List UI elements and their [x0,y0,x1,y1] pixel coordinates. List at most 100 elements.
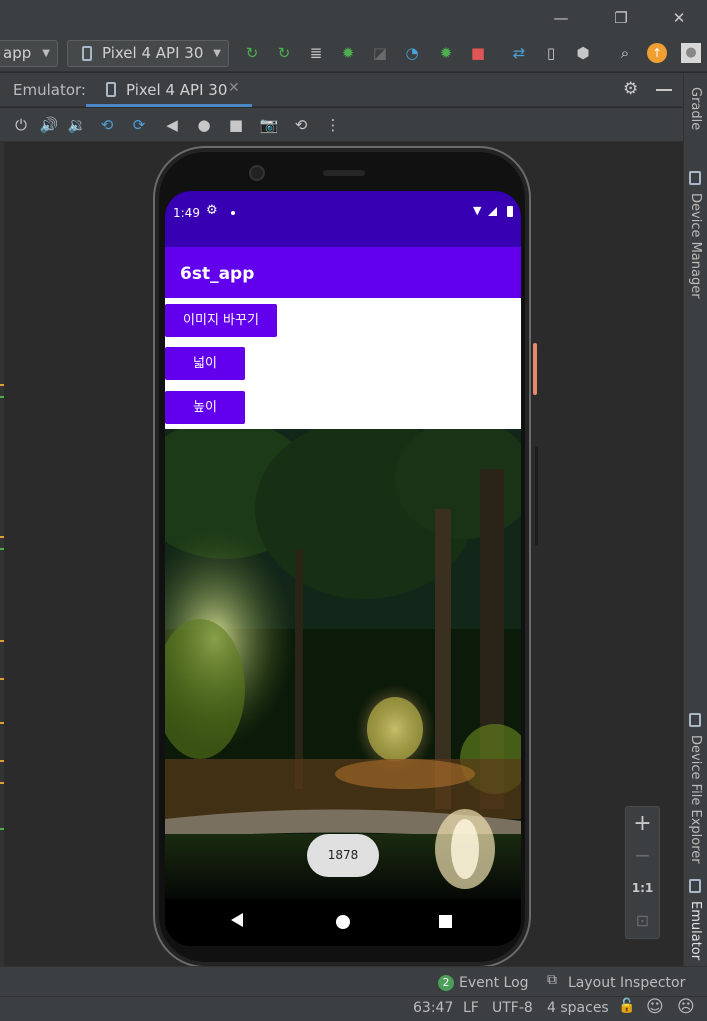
app-title: 6st_app [180,264,255,284]
close-window-button[interactable]: ✕ [656,0,702,36]
device-file-explorer-label: Device File Explorer [688,735,703,864]
apply-code-changes-icon[interactable]: ↻ [274,43,294,63]
tool-window-bar: 2 Event Log ⧉ Layout Inspector [0,966,707,996]
nav-back-icon[interactable] [231,913,243,927]
emulator-controls: ⏻ 🔊 🔉 ⟲ ⟳ ◀ ● ■ 📷 ⟲ ⋮ [0,108,683,142]
attach-debugger-icon[interactable]: ◪ [370,43,390,63]
gear-icon[interactable]: ⚙ [623,79,638,99]
event-log-count-badge: 2 [438,975,454,991]
screenshot-icon[interactable]: 📷 [258,114,280,136]
hide-panel-icon[interactable] [656,89,672,91]
zoom-out-button[interactable]: − [626,843,659,867]
chevron-down-icon: ▼ [42,48,50,59]
happy-face-icon[interactable]: ☺ [646,997,664,1017]
tab-pixel-4-api-30[interactable]: Pixel 4 API 30 ✕ [86,73,252,107]
layout-inspector-button[interactable]: Layout Inspector [568,975,685,991]
gradle-label: Gradle [688,87,703,131]
restore-button[interactable]: ❐ [598,0,644,36]
file-encoding[interactable]: UTF-8 [492,1000,533,1016]
rotate-left-icon[interactable]: ⟲ [96,114,118,136]
device-manager-icon [689,171,701,185]
power-side-button [533,343,537,395]
emulator-tab-row: Emulator: Pixel 4 API 30 ✕ ⚙ [0,73,683,107]
logcat-icon[interactable]: ≣ [306,43,326,63]
lock-icon[interactable]: 🔓 [618,998,635,1014]
zoom-in-button[interactable]: + [626,811,659,836]
home-icon[interactable]: ● [193,114,215,136]
status-time: 1:49 [173,206,200,220]
run-config-dropdown[interactable]: app ▼ [0,40,58,67]
nav-home-icon[interactable] [336,915,350,929]
earpiece-speaker [323,170,365,176]
indent-setting[interactable]: 4 spaces [547,1000,609,1016]
event-log-button[interactable]: Event Log [459,975,529,991]
volume-up-icon[interactable]: 🔊 [38,114,60,136]
power-icon[interactable]: ⏻ [10,114,32,136]
device-manager-label: Device Manager [688,193,703,299]
android-status-bar: 1:49 ⚙ ▼ [165,191,521,247]
signal-icon [488,207,497,216]
volume-down-icon[interactable]: 🔉 [66,114,88,136]
caret-position[interactable]: 63:47 [413,1000,453,1016]
stop-icon[interactable]: ■ [468,43,488,63]
activity-content: 이미지 바꾸기 넓이 높이 [165,298,521,429]
rotate-right-icon[interactable]: ⟳ [128,114,150,136]
change-image-button[interactable]: 이미지 바꾸기 [165,304,277,337]
right-tool-strip: Gradle Device Manager Device File Explor… [683,73,707,966]
more-icon[interactable]: ⋮ [322,114,344,136]
width-button[interactable]: 넓이 [165,347,245,380]
device-manager-tool-button[interactable]: Device Manager [688,193,703,299]
garden-photo [165,429,521,899]
line-separator[interactable]: LF [463,1000,479,1016]
gradle-tool-button[interactable]: Gradle [688,87,703,130]
update-icon[interactable]: ↑ [647,43,667,63]
avatar-icon[interactable]: ● [681,43,701,63]
device-label: Pixel 4 API 30 [102,44,204,62]
notification-dot-icon [231,211,235,215]
phone-icon [106,82,116,97]
device-file-explorer-icon [689,713,701,727]
volume-side-button [535,447,538,545]
sync-gradle-icon[interactable]: ⇄ [509,43,529,63]
android-studio-window: — ❐ ✕ app ▼ Pixel 4 API 30 ▼ ↻ ↻ ≣ ✹ ◪ ◔… [0,0,707,1021]
back-icon[interactable]: ◀ [161,114,183,136]
phone-icon [82,46,92,61]
sdk-manager-icon[interactable]: ⬢ [573,43,593,63]
battery-icon [507,206,513,217]
sad-face-icon[interactable]: ☹ [677,997,695,1017]
device-manager-icon[interactable]: ▯ [541,43,561,63]
toast-message: 1878 [307,834,379,877]
app-bar: 6st_app [165,247,521,298]
overview-icon[interactable]: ■ [225,114,247,136]
chevron-down-icon: ▼ [213,48,221,59]
emulator-tool-icon [689,879,701,893]
zoom-panel: + − 1:1 ⊡ [625,806,660,939]
device-screen[interactable]: 1:49 ⚙ ▼ 6st_app 이미지 바꾸기 넓이 높이 1878 [165,191,521,946]
profile-icon[interactable]: ◔ [402,43,422,63]
device-dropdown[interactable]: Pixel 4 API 30 ▼ [67,40,229,67]
front-camera [249,165,265,181]
zoom-fit-button[interactable]: ⊡ [626,911,659,930]
snapshot-icon[interactable]: ⟲ [290,114,312,136]
device-file-explorer-tool-button[interactable]: Device File Explorer [688,735,703,864]
run-config-label: app [3,44,32,62]
garden-night-image [165,429,521,899]
settings-icon: ⚙ [206,203,218,218]
emulator-label: Emulator [688,901,703,961]
minimize-button[interactable]: — [538,0,584,36]
emulator-tool-button[interactable]: Emulator [688,901,703,960]
run-coverage-icon[interactable]: ✹ [436,43,456,63]
apply-changes-icon[interactable]: ↻ [242,43,262,63]
emulator-label: Emulator: [13,81,86,99]
tab-label: Pixel 4 API 30 [126,81,228,99]
nav-recents-icon[interactable] [439,915,452,928]
debug-icon[interactable]: ✹ [338,43,358,63]
zoom-actual-size-button[interactable]: 1:1 [626,881,659,895]
title-bar: — ❐ ✕ [0,0,707,36]
close-tab-icon[interactable]: ✕ [228,80,240,96]
height-button[interactable]: 높이 [165,391,245,424]
android-nav-bar [165,899,521,946]
wifi-icon: ▼ [473,204,482,217]
search-icon[interactable]: ⌕ [615,43,635,63]
ide-status-bar: 63:47 LF UTF-8 4 spaces 🔓 ☺ ☹ [0,996,707,1021]
